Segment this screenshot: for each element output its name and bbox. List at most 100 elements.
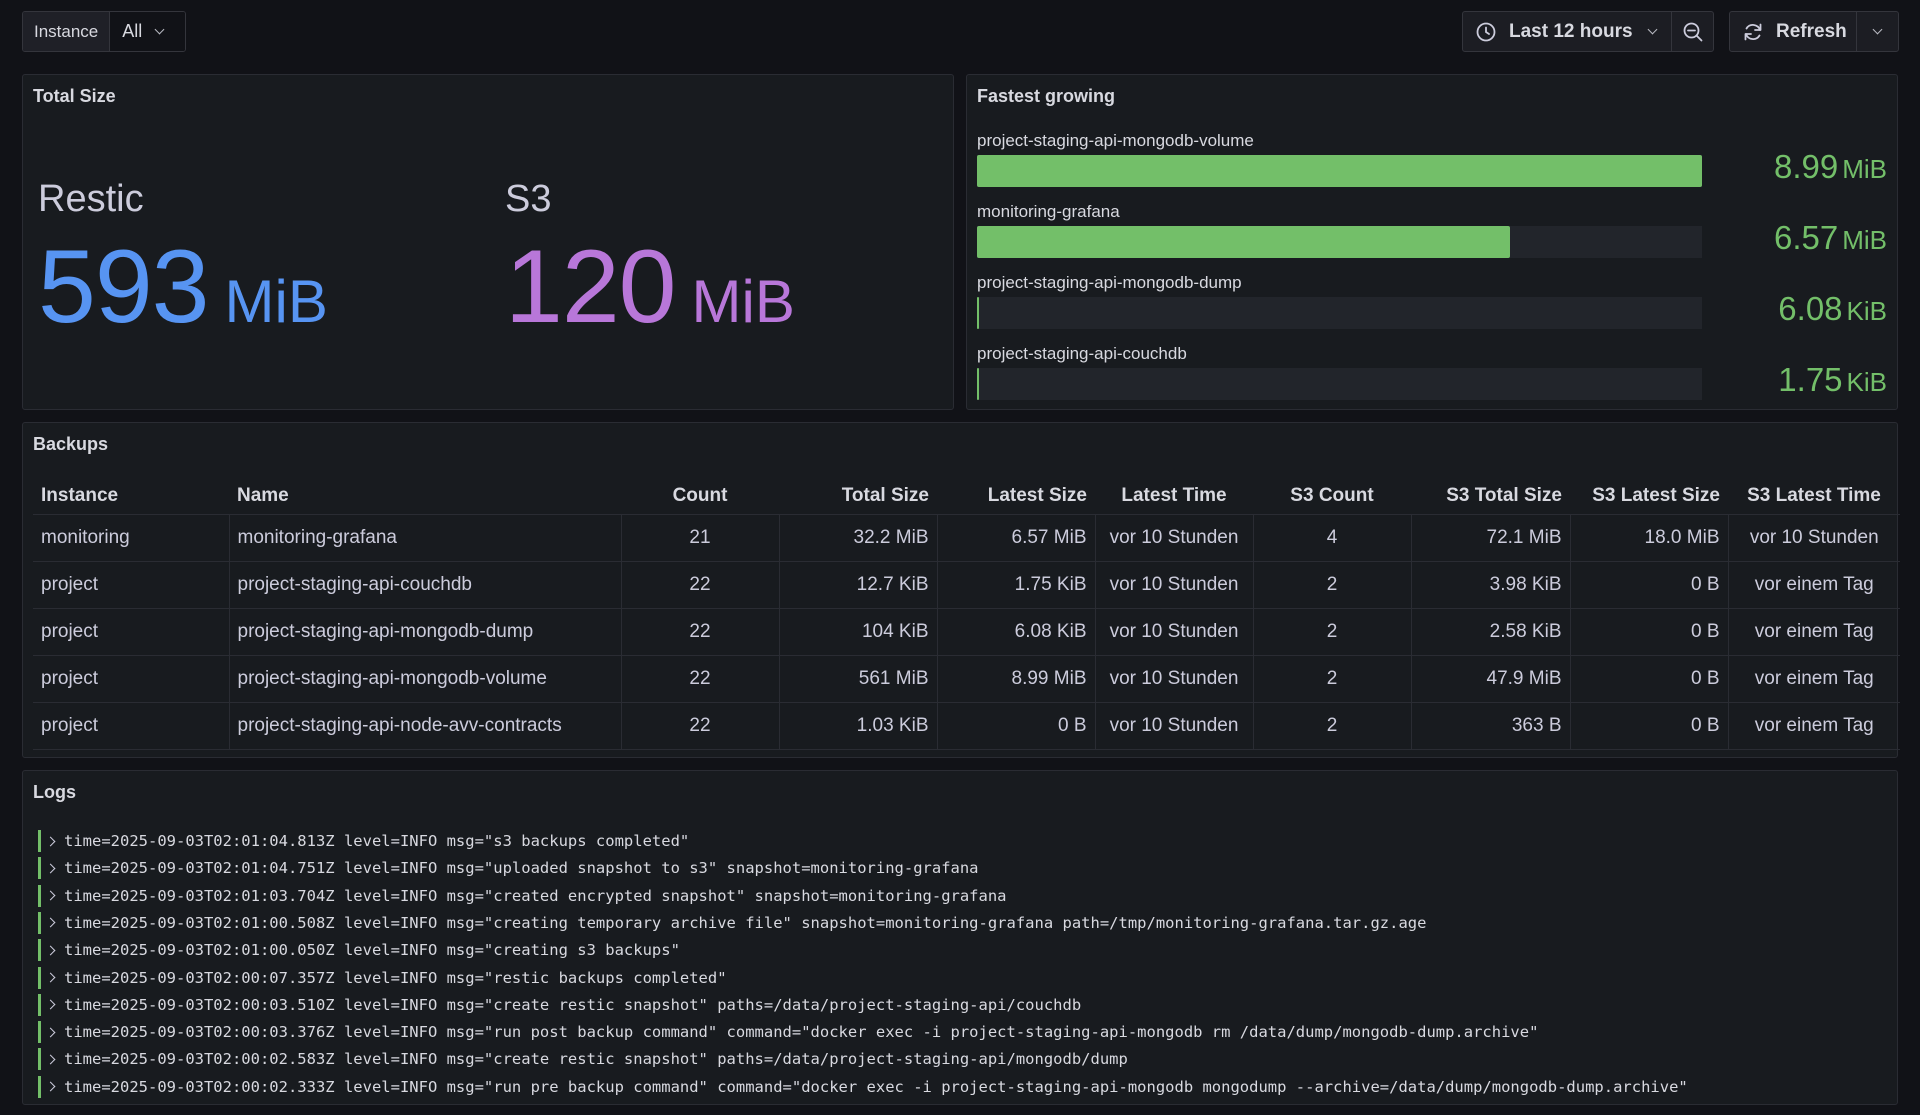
refresh-icon [1744,23,1762,40]
log-level-indicator [38,857,41,880]
time-controls: Last 12 hours [1462,11,1714,52]
refresh-interval-dropdown[interactable] [1855,12,1898,51]
refresh-label: Refresh [1776,20,1847,42]
table-cell: 22 [620,608,779,656]
table-cell: 22 [620,655,779,703]
log-level-indicator [38,966,41,989]
panel-title[interactable]: Backups [33,434,108,455]
chevron-down-icon [154,24,165,35]
table-cell: project-staging-api-mongodb-dump [228,608,621,656]
bar-gauge-track [977,155,1702,187]
table-cell: 6.08 KiB [936,608,1095,656]
panel-title[interactable]: Total Size [33,86,116,107]
s3-stat-label: S3 [505,178,552,220]
log-row[interactable]: time=2025-09-03T02:01:00.050Z level=INFO… [38,938,680,962]
s3-stat-value: 120 [505,229,677,345]
table-row: project project-staging-api-mongodb-volum… [33,655,1900,703]
log-level-indicator [38,830,41,852]
panel-title[interactable]: Fastest growing [977,86,1115,107]
table-cell: vor 10 Stunden [1727,514,1900,562]
log-row[interactable]: time=2025-09-03T02:00:02.333Z level=INFO… [38,1075,1688,1099]
chevron-right-icon [45,1054,56,1065]
restic-stat-value: 593 [38,229,210,345]
log-level-indicator [38,884,41,907]
chevron-right-icon [45,863,56,874]
zoom-out-icon [1683,22,1703,41]
table-cell: vor einem Tag [1727,608,1900,656]
log-row[interactable]: time=2025-09-03T02:00:02.583Z level=INFO… [38,1047,1128,1071]
chevron-right-icon [45,1081,56,1092]
column-header[interactable]: Count [621,478,779,515]
table-header-row: Instance Name Count Total Size Latest Size La… [33,478,1900,515]
table-cell: 0 B [1569,608,1728,656]
log-row[interactable]: time=2025-09-03T02:01:03.704Z level=INFO… [38,884,1007,908]
panel-title[interactable]: Logs [33,782,76,803]
log-message: time=2025-09-03T02:01:00.508Z level=INFO… [64,913,1427,932]
column-header[interactable]: Latest Time [1095,478,1253,515]
table-cell: 0 B [1569,702,1728,750]
log-message: time=2025-09-03T02:00:02.583Z level=INFO… [64,1050,1128,1069]
bar-gauge-value-wrap: 6.57 MiB [1717,219,1887,257]
s3-stat-unit: MiB [691,268,795,335]
column-header[interactable]: Instance [33,478,229,515]
zoom-out-button[interactable] [1671,12,1713,51]
restic-stat: Restic 593 MiB [38,178,328,339]
log-level-indicator [38,993,41,1016]
table-cell: 4 [1252,514,1411,562]
refresh-controls: Refresh [1729,11,1899,52]
column-header[interactable]: Name [229,478,621,515]
log-row[interactable]: time=2025-09-03T02:01:00.508Z level=INFO… [38,911,1426,935]
table-cell: 0 B [936,702,1095,750]
bar-gauge-row: project-staging-api-couchdb 1.75 KiB [977,344,1887,400]
log-row[interactable]: time=2025-09-03T02:00:03.510Z level=INFO… [38,993,1081,1017]
refresh-button[interactable]: Refresh [1730,12,1856,51]
column-header[interactable]: S3 Latest Size [1570,478,1728,515]
log-message: time=2025-09-03T02:01:04.751Z level=INFO… [64,859,979,878]
log-message: time=2025-09-03T02:00:03.376Z level=INFO… [64,1023,1539,1042]
bar-gauge-unit: KiB [1846,367,1887,397]
log-message: time=2025-09-03T02:00:03.510Z level=INFO… [64,995,1082,1014]
table-cell: vor einem Tag [1727,655,1900,703]
table-cell: vor einem Tag [1727,561,1900,609]
backups-table: Instance Name Count Total Size Latest Size La… [33,478,1900,750]
log-message: time=2025-09-03T02:00:02.333Z level=INFO… [64,1077,1688,1096]
s3-stat: S3 120 MiB [505,178,795,339]
table-cell: 0 B [1569,561,1728,609]
bar-gauge-fill [977,226,1510,258]
table-cell: 104 KiB [778,608,937,656]
chevron-right-icon [45,917,56,928]
table-cell: monitoring-grafana [228,514,621,562]
table-row: project project-staging-api-mongodb-dump 2… [33,608,1900,656]
table-cell: vor 10 Stunden [1094,702,1253,750]
table-cell: vor einem Tag [1727,702,1900,750]
log-level-indicator [38,1048,41,1071]
backups-panel: Backups Instance Name Count Total Size Lates… [22,422,1900,758]
instance-variable-select[interactable]: All [110,12,186,51]
log-row[interactable]: time=2025-09-03T02:01:04.813Z level=INFO… [38,829,689,853]
time-range-picker[interactable]: Last 12 hours [1463,12,1671,51]
instance-variable-label: Instance [23,12,111,51]
log-row[interactable]: time=2025-09-03T02:01:04.751Z level=INFO… [38,856,979,880]
table-cell: 6.57 MiB [936,514,1095,562]
table-cell: project [33,561,229,609]
column-header[interactable]: S3 Count [1253,478,1411,515]
table-cell: monitoring [33,514,229,562]
chevron-down-icon [1647,24,1657,35]
log-level-indicator [38,1021,41,1044]
bar-gauge-value-wrap: 8.99 MiB [1717,148,1887,186]
column-header[interactable]: S3 Total Size [1411,478,1570,515]
bar-gauge-fill [977,155,1702,187]
table-cell: 22 [620,702,779,750]
column-header[interactable]: Latest Size [937,478,1095,515]
chevron-right-icon [45,972,56,983]
log-row[interactable]: time=2025-09-03T02:00:07.357Z level=INFO… [38,966,727,990]
restic-stat-value-wrap: 593 MiB [38,235,328,339]
bar-gauge-unit: KiB [1846,296,1887,326]
column-header[interactable]: S3 Latest Time [1728,478,1900,515]
column-header[interactable]: Total Size [779,478,937,515]
log-level-indicator [38,911,41,934]
table-cell: 3.98 KiB [1410,561,1570,609]
chevron-right-icon [45,999,56,1010]
bar-gauge-value: 8.99 [1773,148,1839,185]
log-row[interactable]: time=2025-09-03T02:00:03.376Z level=INFO… [38,1020,1538,1044]
